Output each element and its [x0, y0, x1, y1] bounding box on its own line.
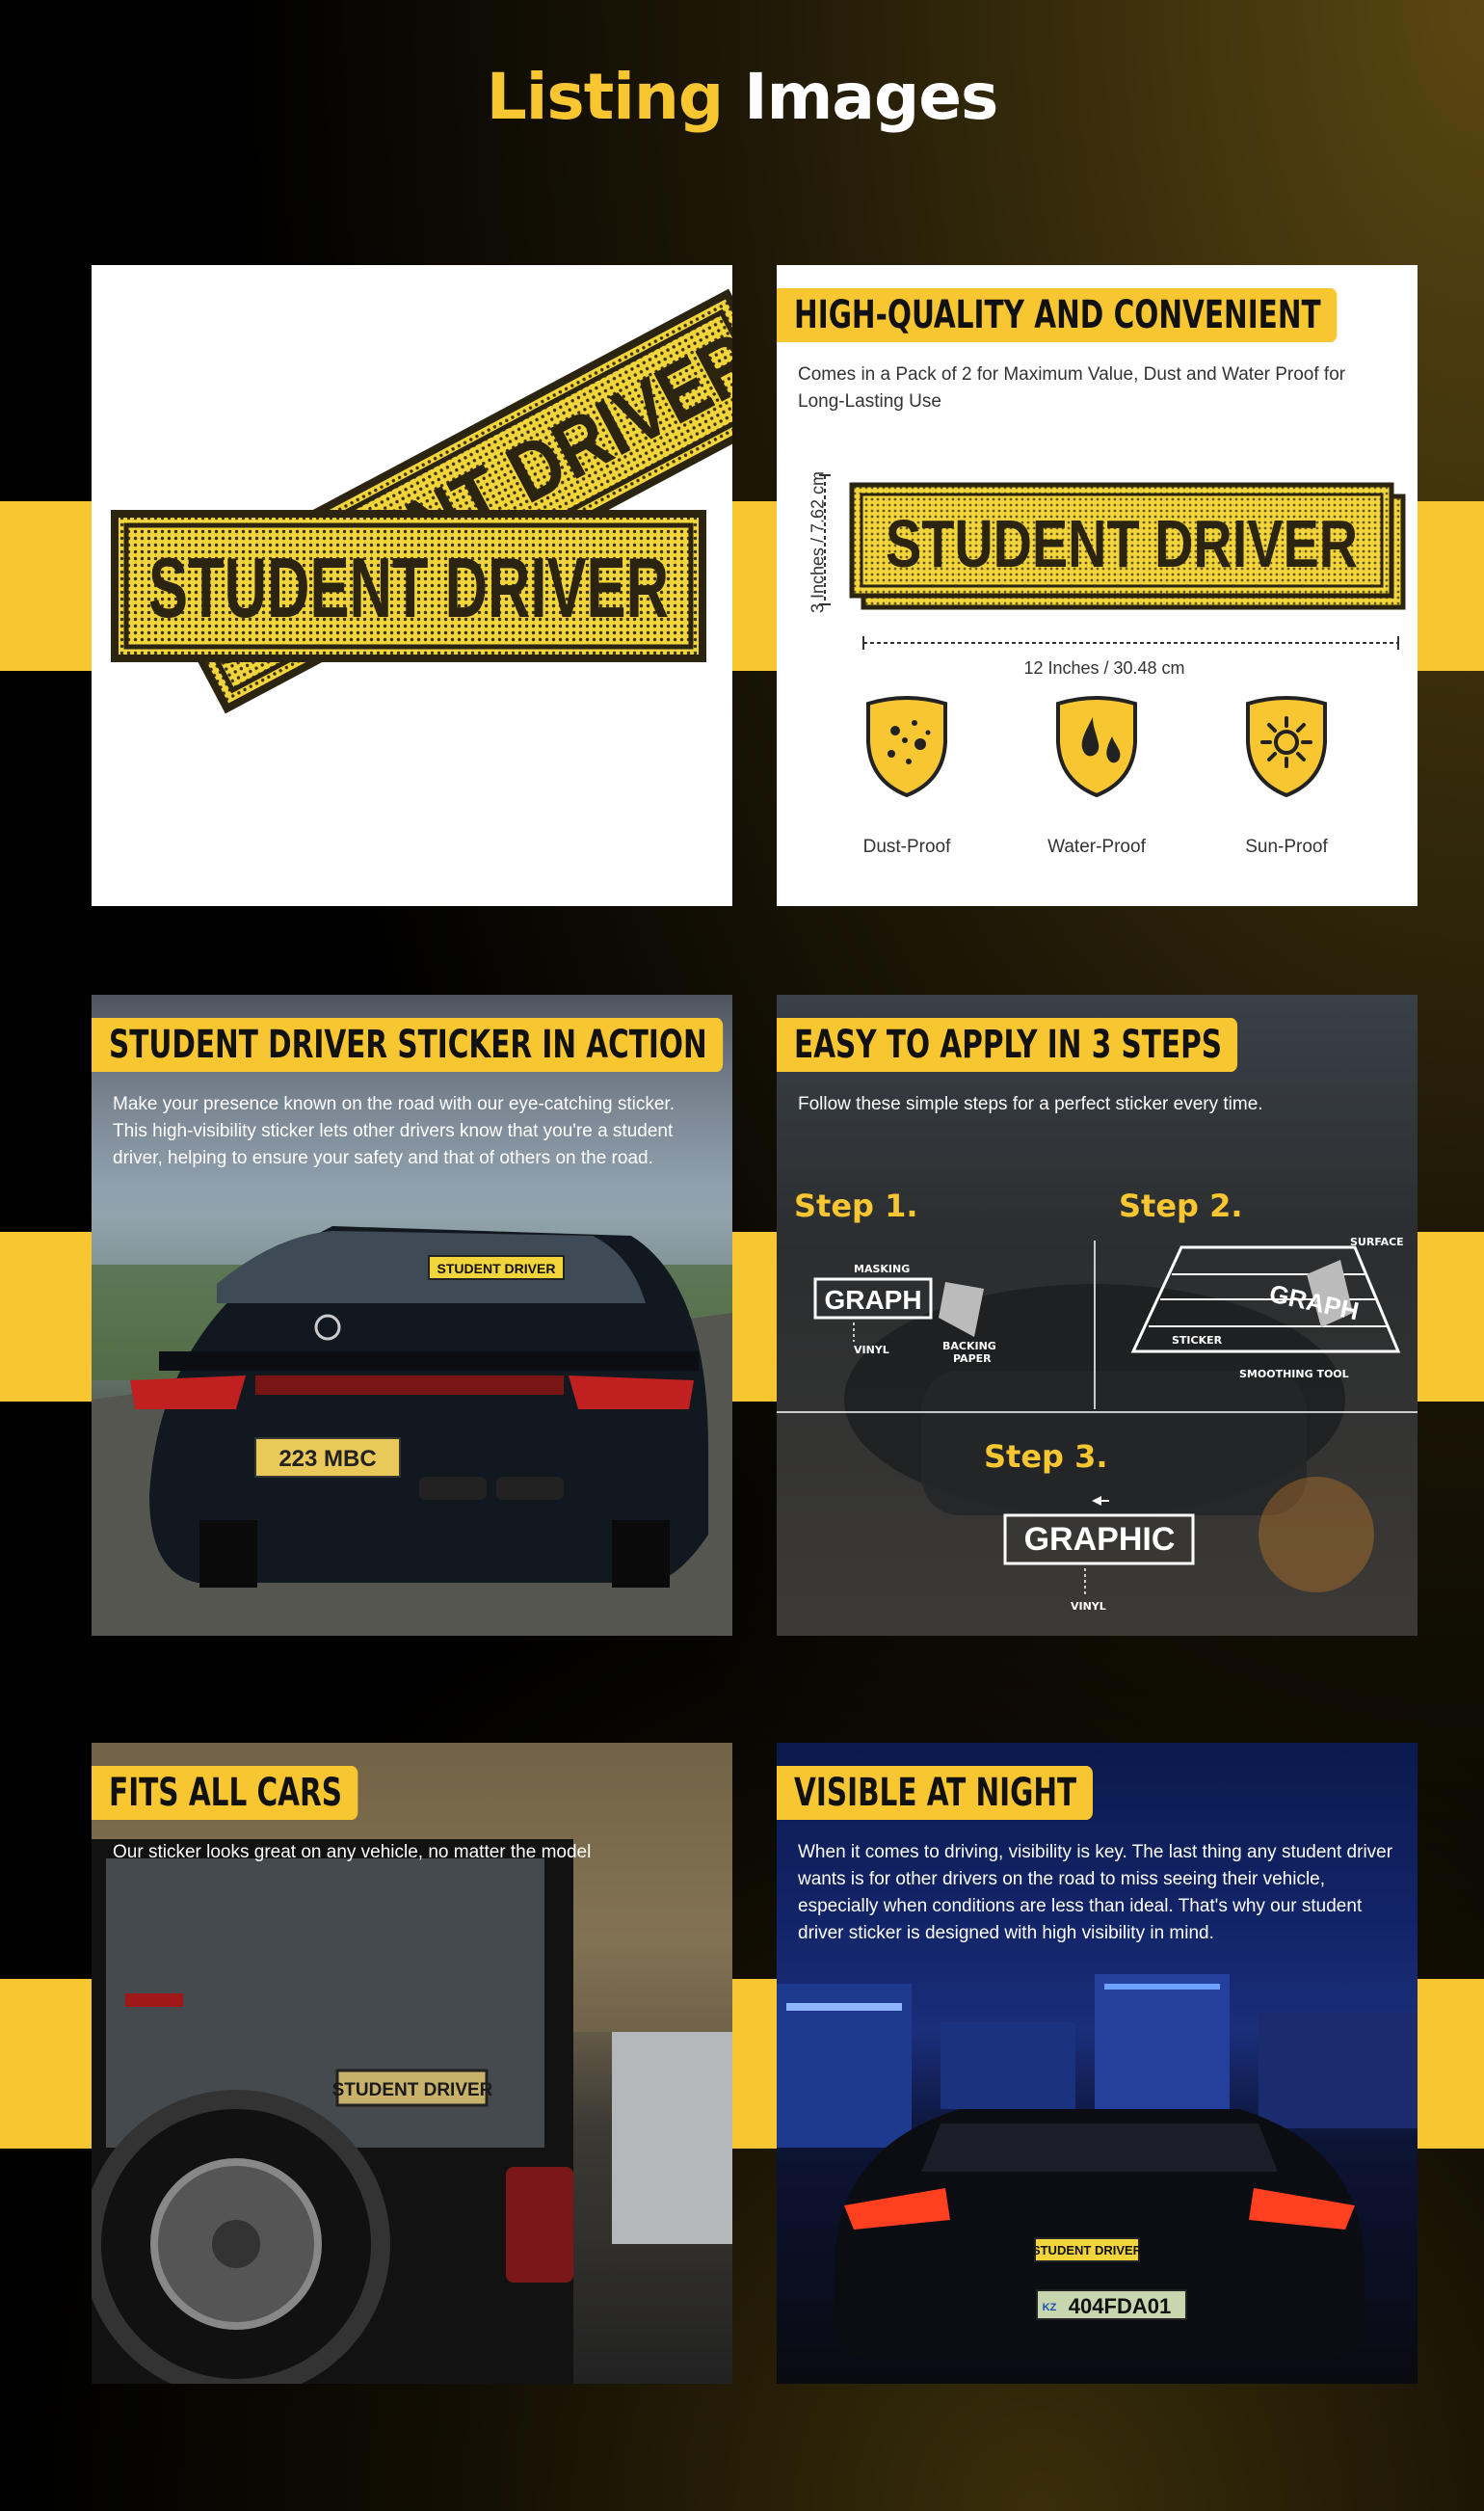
paper-label: PAPER: [953, 1352, 992, 1365]
dimensions-card[interactable]: HIGH-QUALITY AND CONVENIENT Comes in a P…: [777, 265, 1418, 906]
vinyl-label: VINYL: [1071, 1600, 1106, 1613]
svg-text:GRAPHIC: GRAPHIC: [1024, 1521, 1176, 1558]
visible-at-night-card[interactable]: STUDENT DRIVER KZ 404FDA01 VISIBLE AT NI…: [777, 1743, 1418, 2384]
svg-text:STUDENT DRIVER: STUDENT DRIVER: [886, 506, 1358, 581]
svg-text:STUDENT DRIVER: STUDENT DRIVER: [1032, 2243, 1143, 2257]
sun-proof-label: Sun-Proof: [1245, 837, 1328, 857]
application-steps-card[interactable]: GRAPHIC GRAPH GRAPH EASY TO APPLY IN 3 S…: [777, 995, 1418, 1636]
fits-all-cars-card[interactable]: STUDENT DRIVER FITS ALL CARS Our sticker…: [92, 1743, 732, 2384]
backing-label: BACKING: [942, 1340, 996, 1352]
vinyl-label: VINYL: [854, 1344, 889, 1356]
card-banner: STUDENT DRIVER STICKER IN ACTION: [92, 1018, 724, 1072]
card-description: Follow these simple steps for a perfect …: [798, 1094, 1263, 1114]
sticker-pair-illustration: STUDENT DRIVER STUDENT DRIVER: [111, 288, 732, 714]
water-proof-label: Water-Proof: [1047, 837, 1146, 857]
surface-label: SURFACE: [1350, 1236, 1404, 1248]
sticker-product-image[interactable]: STUDENT DRIVER STUDENT DRIVER: [92, 265, 732, 906]
svg-text:404FDA01: 404FDA01: [1069, 2294, 1171, 2318]
card-description: When it comes to driving, visibility is …: [798, 1842, 1393, 1943]
svg-text:STUDENT DRIVER: STUDENT DRIVER: [437, 1261, 556, 1276]
card-banner: EASY TO APPLY IN 3 STEPS: [777, 1018, 1238, 1072]
card-description: Make your presence known on the road wit…: [113, 1094, 675, 1168]
dust-proof-label: Dust-Proof: [862, 837, 951, 857]
svg-text:KZ: KZ: [1043, 2302, 1057, 2313]
svg-text:STUDENT DRIVER: STUDENT DRIVER: [148, 540, 669, 635]
step-3-label: Step 3.: [984, 1438, 1108, 1475]
page-title: Listing Images: [486, 60, 999, 134]
step-1-label: Step 1.: [794, 1188, 918, 1224]
masking-label: MASKING: [854, 1263, 911, 1275]
svg-text:223 MBC: 223 MBC: [278, 1446, 376, 1472]
sticker-in-action-card[interactable]: STUDENT DRIVER 223 MBC STUDENT DRIVER ST…: [92, 995, 732, 1636]
smoothing-tool-label: SMOOTHING TOOL: [1239, 1368, 1349, 1380]
step-2-label: Step 2.: [1119, 1188, 1243, 1224]
card-banner: FITS ALL CARS: [92, 1766, 358, 1820]
width-label: 12 Inches / 30.48 cm: [1023, 658, 1185, 678]
svg-text:GRAPH: GRAPH: [824, 1285, 921, 1315]
sticker-label: STICKER: [1172, 1334, 1223, 1347]
svg-text:STUDENT DRIVER: STUDENT DRIVER: [332, 2080, 493, 2100]
height-label: 3 Inches / 7.62 cm: [808, 470, 828, 614]
listing-page: Listing Images STUDENT DRIVER STUDENT DR…: [0, 0, 1484, 2511]
card-banner: VISIBLE AT NIGHT: [777, 1766, 1093, 1820]
dimension-illustration: STUDENT DRIVER: [819, 474, 1406, 798]
card-description: Our sticker looks great on any vehicle, …: [113, 1842, 592, 1862]
